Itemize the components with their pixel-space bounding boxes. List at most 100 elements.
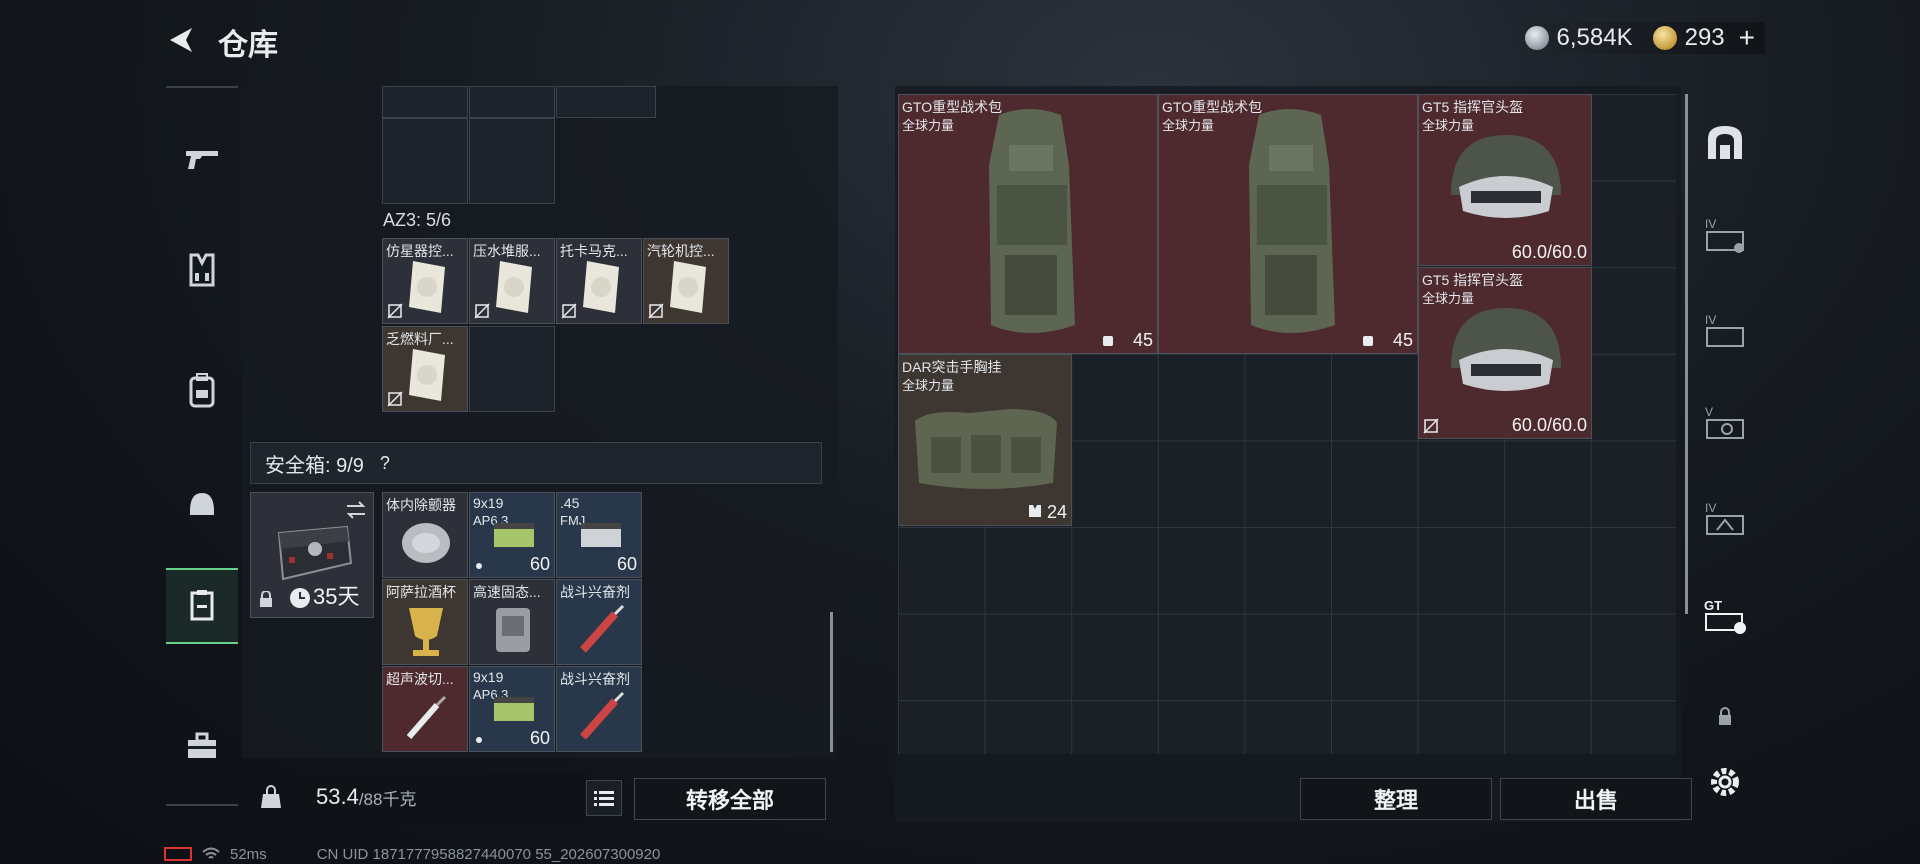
az3-item[interactable]: 汽轮机控... xyxy=(643,238,729,324)
item-capacity: 45 xyxy=(1132,330,1153,350)
storage-item-backpack[interactable]: GTO重型战术包 全球力量 45 xyxy=(898,94,1158,354)
sidebar-item-vest[interactable] xyxy=(166,234,238,306)
transfer-all-button[interactable]: 转移全部 xyxy=(634,778,826,820)
safebox-item[interactable]: 体内除颤器 xyxy=(382,492,468,578)
storage-scrollbar[interactable] xyxy=(1685,94,1688,614)
safebox-container[interactable]: 35天 xyxy=(250,492,374,618)
grid-cell[interactable] xyxy=(382,86,468,118)
silver-coin-icon xyxy=(1524,26,1549,50)
backpack-scrollbar[interactable] xyxy=(830,612,833,752)
defibrillator-icon xyxy=(402,523,450,563)
safebox-item[interactable]: 超声波切... xyxy=(382,666,468,752)
backpack-icon xyxy=(189,373,215,408)
storage-tab-locked[interactable] xyxy=(1690,686,1760,746)
storage-item-helmet[interactable]: GT5 指挥官头盔 全球力量 60.0/60.0 xyxy=(1418,267,1592,439)
safebox-item[interactable]: 阿萨拉酒杯 xyxy=(382,579,468,665)
sidebar-item-storage[interactable] xyxy=(166,568,238,644)
list-icon xyxy=(594,791,614,806)
weight-lock[interactable] xyxy=(250,772,292,822)
az3-item[interactable]: 压水堆服... xyxy=(469,238,555,324)
gun-icon xyxy=(186,151,218,169)
svg-text:V: V xyxy=(1705,405,1713,419)
swap-icon[interactable] xyxy=(345,501,367,519)
gold-coin-icon xyxy=(1652,26,1677,50)
sell-button[interactable]: 出售 xyxy=(1500,778,1692,820)
item-name: 战斗兴奋剂 xyxy=(560,584,630,600)
safebox-item[interactable]: .45 FMJ 60 xyxy=(556,492,642,578)
sidebar-item-weapons[interactable] xyxy=(166,122,238,194)
sidebar-item-helmet[interactable] xyxy=(166,468,238,540)
weight-icon xyxy=(261,785,281,808)
safebox-item[interactable]: 战斗兴奋剂 xyxy=(556,579,642,665)
safebox-item[interactable]: 战斗兴奋剂 xyxy=(556,666,642,752)
storage-tab-main[interactable] xyxy=(1690,112,1760,172)
az3-item[interactable]: 托卡马克... xyxy=(556,238,642,324)
document-item-icon xyxy=(670,261,706,313)
document-item-icon xyxy=(583,261,619,313)
gt-tab-icon: GT xyxy=(1704,598,1746,634)
storage-item-vest[interactable]: DAR突击手胸挂 全球力量 24 xyxy=(898,354,1072,526)
list-view-button[interactable] xyxy=(586,780,622,816)
no-insurance-icon xyxy=(387,303,403,319)
ammo-marker-icon xyxy=(476,563,482,569)
storage-tab-iv-3[interactable]: IV xyxy=(1690,490,1760,550)
backpack-capacity-icon xyxy=(1103,336,1113,346)
item-durability: 60.0/60.0 xyxy=(1511,415,1587,435)
safebox-help-button[interactable]: ? xyxy=(372,450,398,476)
backpack-capacity-icon xyxy=(1363,336,1373,346)
sort-button[interactable]: 整理 xyxy=(1300,778,1492,820)
storage-tab-v[interactable]: V xyxy=(1690,394,1760,454)
az3-label: AZ3: 5/6 xyxy=(383,210,452,230)
no-insurance-icon xyxy=(1423,418,1439,434)
sidebar-item-backpack[interactable] xyxy=(166,354,238,426)
safebox-icon xyxy=(277,525,353,581)
category-sidebar xyxy=(166,86,238,806)
lock-icon xyxy=(260,591,272,607)
weight-display: 53.4 /88千克 xyxy=(296,772,584,822)
safebox-duration: 35天 xyxy=(313,584,360,609)
backpack-grid-top xyxy=(382,86,732,204)
grid-cell[interactable] xyxy=(469,118,555,204)
no-insurance-icon xyxy=(648,303,664,319)
item-name: 9x19 xyxy=(473,669,504,685)
page-title: 仓库 xyxy=(218,29,278,62)
item-capacity: 24 xyxy=(1046,502,1067,522)
grid-cell[interactable] xyxy=(469,86,555,118)
no-insurance-icon xyxy=(474,303,490,319)
ammo-marker-icon xyxy=(476,737,482,743)
item-name: 9x19 xyxy=(473,495,504,511)
item-name: 超声波切... xyxy=(386,671,454,687)
add-currency-button[interactable]: + xyxy=(1739,22,1755,54)
storage-tab-iv-1[interactable]: IV xyxy=(1690,206,1760,266)
silver-value: 6,584K xyxy=(1556,24,1633,51)
item-capacity: 45 xyxy=(1392,330,1413,350)
back-button[interactable] xyxy=(164,22,200,58)
syringe-icon xyxy=(580,691,625,740)
sidebar-item-case[interactable] xyxy=(166,710,238,782)
briefcase-icon xyxy=(188,732,216,758)
storage-tab-gt[interactable]: GT xyxy=(1690,586,1760,646)
storage-item-backpack[interactable]: GTO重型战术包 全球力量 45 xyxy=(1158,94,1418,354)
az3-item[interactable]: 仿星器控... xyxy=(382,238,468,324)
az3-item[interactable]: 乏燃料厂... xyxy=(382,326,468,412)
storage-item-helmet[interactable]: GT5 指挥官头盔 全球力量 60.0/60.0 xyxy=(1418,94,1592,266)
safebox-item[interactable]: 9x19 AP6.3 60 xyxy=(469,666,555,752)
helmet-image-icon xyxy=(1451,135,1561,218)
vest-icon xyxy=(189,253,215,287)
grid-cell[interactable] xyxy=(556,86,656,118)
safebox-item[interactable]: 9x19 AP6.3 60 xyxy=(469,492,555,578)
ping-value: 52ms xyxy=(230,845,267,863)
settings-button[interactable] xyxy=(1690,752,1760,812)
svg-text:GT: GT xyxy=(1704,598,1722,613)
iv-tab-icon: IV xyxy=(1705,501,1744,535)
vest-image-icon xyxy=(915,409,1057,489)
no-insurance-icon xyxy=(387,391,403,407)
safebox-item[interactable]: 高速固态... xyxy=(469,579,555,665)
storage-tab-iv-2[interactable]: IV xyxy=(1690,302,1760,362)
grid-cell[interactable] xyxy=(382,118,468,204)
item-brand: 全球力量 xyxy=(902,118,955,133)
helmet-image-icon xyxy=(1451,308,1561,391)
clock-icon xyxy=(290,588,310,608)
grid-cell[interactable] xyxy=(469,326,555,412)
item-count: 60 xyxy=(529,728,550,748)
